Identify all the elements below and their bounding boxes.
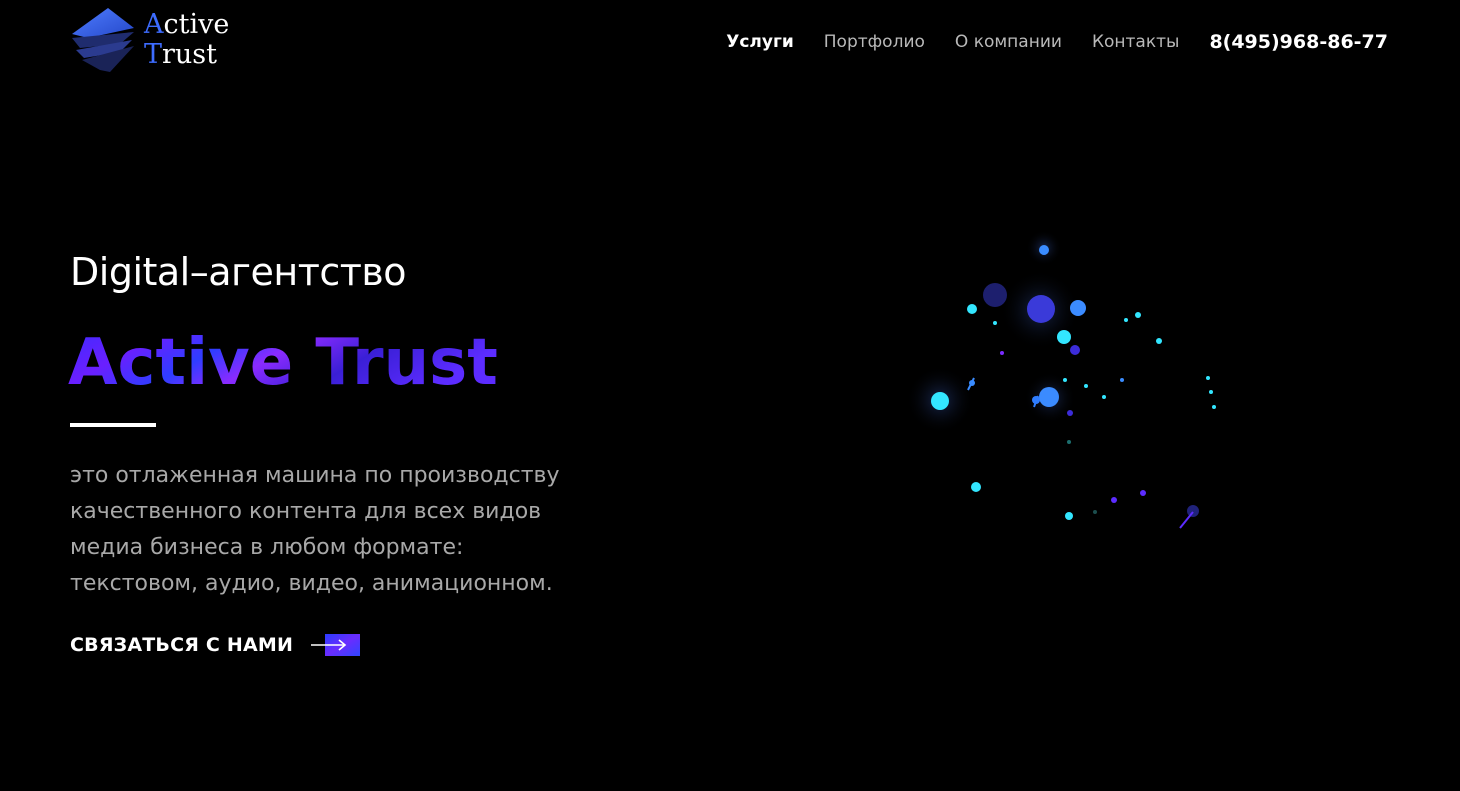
particles-animation xyxy=(906,230,1216,529)
nav-item-portfolio[interactable]: Портфолио xyxy=(824,32,925,52)
main-nav: Услуги Портфолио О компании Контакты 8(4… xyxy=(726,30,1388,54)
nav-item-about[interactable]: О компании xyxy=(955,32,1062,52)
brand-gradient-text: Active Trust xyxy=(68,326,498,398)
contact-us-button[interactable]: СВЯЗАТЬСЯ С НАМИ xyxy=(70,630,361,660)
logo-icon xyxy=(72,8,134,72)
hero-brand-title: Active Trust xyxy=(68,318,518,398)
logo-link[interactable]: Active Trust xyxy=(70,8,240,74)
nav-item-contacts[interactable]: Контакты xyxy=(1092,32,1180,52)
description-line: качественного контента для всех видов xyxy=(70,499,542,524)
description-line: медиа бизнеса в любом формате: xyxy=(70,535,464,560)
nav-item-services[interactable]: Услуги xyxy=(726,32,794,52)
description-line: это отлаженная машина по производству xyxy=(70,463,560,488)
hero-description: это отлаженная машина по производству ка… xyxy=(70,458,610,602)
brand-text: Active Trust xyxy=(68,326,498,398)
arrow-right-icon xyxy=(311,634,361,656)
contact-us-label: СВЯЗАТЬСЯ С НАМИ xyxy=(70,634,294,656)
description-line: текстовом, аудио, видео, анимационном. xyxy=(70,571,553,596)
logo-wordmark: Active Trust xyxy=(144,9,230,70)
phone-link[interactable]: 8(495)968-86-77 xyxy=(1209,31,1388,53)
hero-kicker: Digital–агентство xyxy=(70,250,407,294)
title-divider xyxy=(70,423,156,427)
